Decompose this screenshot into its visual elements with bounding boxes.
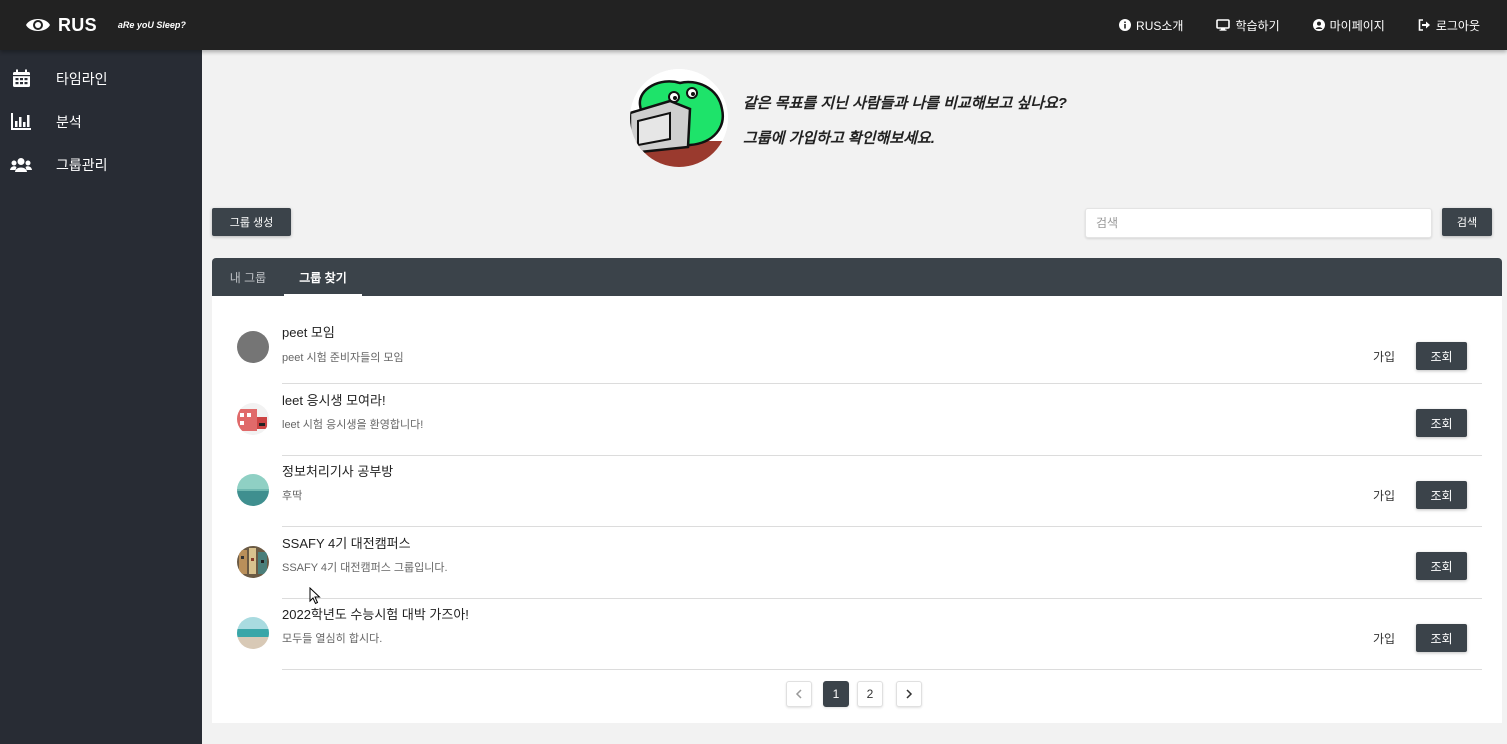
sidebar-item-analysis[interactable]: 분석 <box>0 100 202 143</box>
view-button[interactable]: 조회 <box>1416 624 1467 652</box>
bar-chart-icon <box>10 112 32 132</box>
list-item: 2022학년도 수능시험 대박 가즈아! 모두들 열심히 합시다. 가입 조회 <box>212 599 1502 671</box>
brand-tagline: aRe yoU Sleep? <box>117 20 186 30</box>
nav-logout[interactable]: 로그아웃 <box>1418 17 1480 34</box>
join-link[interactable]: 가입 <box>1373 630 1395 647</box>
nav-logout-label: 로그아웃 <box>1435 18 1480 33</box>
mouse-cursor-icon <box>309 587 321 605</box>
top-navbar: RUS aRe yoU Sleep? RUS소개 학습하기 마이페이지 로그아웃 <box>0 0 1507 50</box>
group-avatar <box>237 617 269 649</box>
group-title: leet 응시생 모여라! <box>282 393 386 408</box>
nav-rus-intro[interactable]: RUS소개 <box>1119 17 1183 34</box>
group-description: 후딱 <box>282 490 303 502</box>
monitor-icon <box>1216 19 1231 31</box>
users-icon <box>10 155 32 175</box>
sidebar-item-label: 그룹관리 <box>56 156 108 173</box>
group-description: SSAFY 4기 대전캠퍼스 그룹입니다. <box>282 562 448 574</box>
view-button[interactable]: 조회 <box>1416 409 1467 437</box>
sidebar-item-timeline[interactable]: 타임라인 <box>0 57 202 100</box>
group-avatar <box>237 474 269 506</box>
brand-logo[interactable]: RUS aRe yoU Sleep? <box>25 15 186 36</box>
list-item: 정보처리기사 공부방 후딱 가입 조회 <box>212 456 1502 528</box>
hero-text-line1: 같은 목표를 지닌 사람들과 나를 비교해보고 싶나요? <box>743 95 1067 112</box>
list-item: SSAFY 4기 대전캠퍼스 SSAFY 4기 대전캠퍼스 그룹입니다. 조회 <box>212 527 1502 599</box>
chevron-left-icon <box>795 689 802 699</box>
search-input[interactable] <box>1085 208 1432 238</box>
create-group-button[interactable]: 그룹 생성 <box>212 208 291 236</box>
sidebar-item-label: 타임라인 <box>56 70 108 87</box>
nav-study[interactable]: 학습하기 <box>1216 17 1280 34</box>
search-button[interactable]: 검색 <box>1442 208 1492 236</box>
group-description: 모두들 열심히 합시다. <box>282 633 383 645</box>
chevron-right-icon <box>906 689 913 699</box>
eye-icon <box>26 19 50 31</box>
group-tabs: 내 그룹 그룹 찾기 <box>212 258 1502 296</box>
calendar-icon <box>10 69 32 89</box>
group-avatar <box>237 403 269 435</box>
logout-icon <box>1418 19 1430 31</box>
join-link[interactable]: 가입 <box>1373 487 1395 504</box>
nav-study-label: 학습하기 <box>1235 18 1280 33</box>
pagination-prev-button[interactable] <box>786 681 812 707</box>
nav-mypage-label: 마이페이지 <box>1329 18 1385 33</box>
view-button[interactable]: 조회 <box>1416 342 1467 370</box>
sidebar-item-group-management[interactable]: 그룹관리 <box>0 143 202 186</box>
group-title: peet 모임 <box>282 325 335 340</box>
hero-text-line2: 그룹에 가입하고 확인해보세요. <box>743 130 935 147</box>
top-nav-menu: RUS소개 학습하기 마이페이지 로그아웃 <box>1086 0 1480 50</box>
nav-rus-intro-label: RUS소개 <box>1136 18 1184 33</box>
tab-my-groups[interactable]: 내 그룹 <box>212 258 284 296</box>
pagination-page-2[interactable]: 2 <box>857 681 883 707</box>
brand-name: RUS <box>58 14 97 35</box>
sidebar-item-label: 분석 <box>56 113 82 130</box>
group-title: 2022학년도 수능시험 대박 가즈아! <box>282 607 469 622</box>
view-button[interactable]: 조회 <box>1416 552 1467 580</box>
user-circle-icon <box>1312 19 1325 31</box>
group-description: leet 시험 응시생을 환영합니다! <box>282 419 424 431</box>
hero-illustration <box>630 69 728 167</box>
group-list-panel: peet 모임 peet 시험 준비자들의 모임 가입 조회 leet 응시생 … <box>212 296 1502 723</box>
list-item: peet 모임 peet 시험 준비자들의 모임 가입 조회 <box>212 312 1502 384</box>
group-avatar <box>237 331 269 363</box>
view-button[interactable]: 조회 <box>1416 481 1467 509</box>
group-title: SSAFY 4기 대전캠퍼스 <box>282 536 411 551</box>
list-item: leet 응시생 모여라! leet 시험 응시생을 환영합니다! 조회 <box>212 384 1502 456</box>
sidebar: 타임라인 분석 그룹관리 <box>0 50 202 744</box>
row-divider <box>282 669 1482 670</box>
join-link[interactable]: 가입 <box>1373 348 1395 365</box>
group-avatar <box>237 546 269 578</box>
nav-mypage[interactable]: 마이페이지 <box>1312 17 1385 34</box>
pagination-next-button[interactable] <box>896 681 922 707</box>
tab-find-groups[interactable]: 그룹 찾기 <box>284 258 362 296</box>
info-icon <box>1119 19 1132 31</box>
group-description: peet 시험 준비자들의 모임 <box>282 352 404 364</box>
pagination-page-1[interactable]: 1 <box>823 681 849 707</box>
group-title: 정보처리기사 공부방 <box>282 464 394 479</box>
